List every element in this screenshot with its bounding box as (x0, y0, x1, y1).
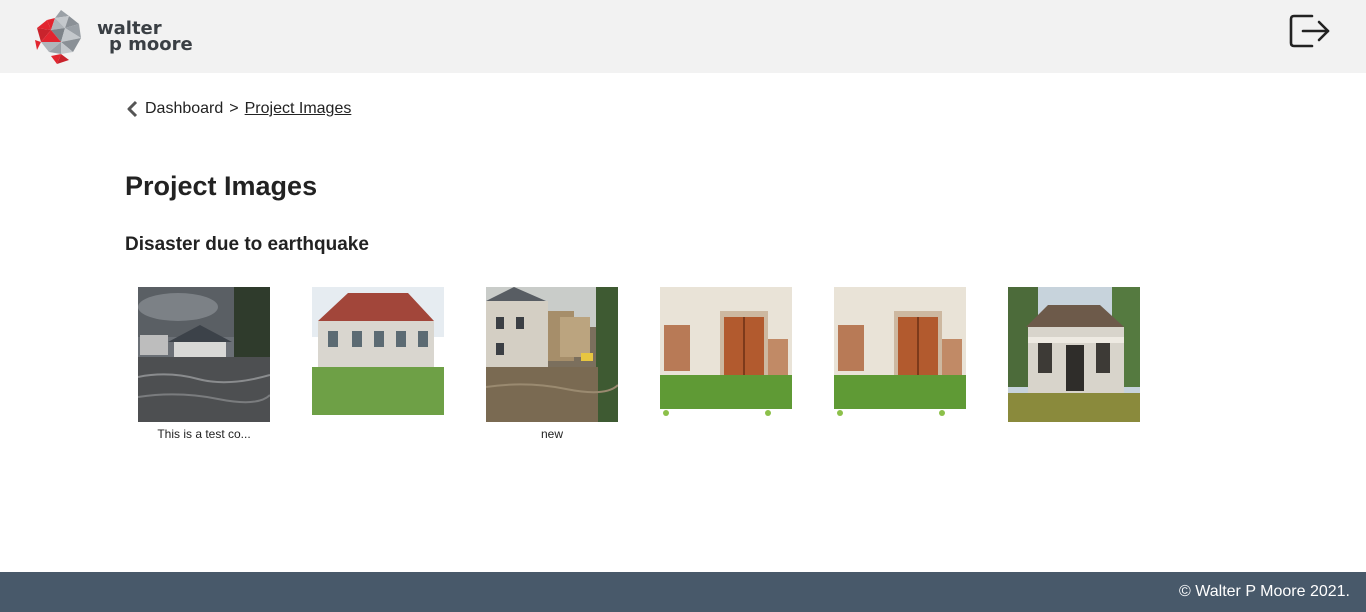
image-card[interactable] (312, 287, 444, 441)
copyright-text: © Walter P Moore 2021. (1179, 583, 1350, 600)
flooded-house-image[interactable] (138, 287, 270, 422)
image-card[interactable] (834, 287, 966, 441)
logo-mark-icon (35, 10, 81, 64)
abandoned-house-image[interactable] (1008, 287, 1140, 422)
footer: © Walter P Moore 2021. (0, 572, 1366, 612)
page-title: Project Images (125, 171, 318, 201)
flooded-street-image[interactable] (486, 287, 618, 422)
image-card[interactable]: new (486, 287, 618, 441)
image-card[interactable] (1008, 287, 1140, 441)
logout-icon[interactable] (1288, 13, 1332, 49)
breadcrumb-separator: > (229, 100, 239, 117)
image-caption: new (540, 427, 563, 441)
breadcrumb: Dashboard > Project Images (125, 100, 351, 118)
walter-p-moore-logo[interactable]: walter p moore (33, 10, 193, 64)
chevron-left-icon[interactable] (125, 100, 139, 118)
breadcrumb-dashboard-link[interactable]: Dashboard (145, 100, 223, 118)
logo-wordmark: walter p moore (97, 20, 193, 55)
logo-line-2: p moore (109, 34, 193, 55)
image-caption (1008, 427, 1140, 441)
image-card[interactable]: This is a test co... (138, 287, 270, 441)
top-bar: walter p moore (0, 0, 1366, 73)
brick-wall-door-image[interactable] (834, 287, 966, 422)
section-title: Disaster due to earthquake (125, 234, 369, 255)
old-house-image[interactable] (312, 287, 444, 422)
image-card[interactable] (660, 287, 792, 441)
image-gallery: This is a test co... new (138, 287, 1182, 441)
image-caption: This is a test co... (157, 427, 251, 441)
image-caption (834, 427, 966, 441)
image-caption (312, 427, 444, 441)
brick-wall-door-image[interactable] (660, 287, 792, 422)
image-caption (660, 427, 792, 441)
breadcrumb-project-images-link[interactable]: Project Images (245, 100, 352, 118)
